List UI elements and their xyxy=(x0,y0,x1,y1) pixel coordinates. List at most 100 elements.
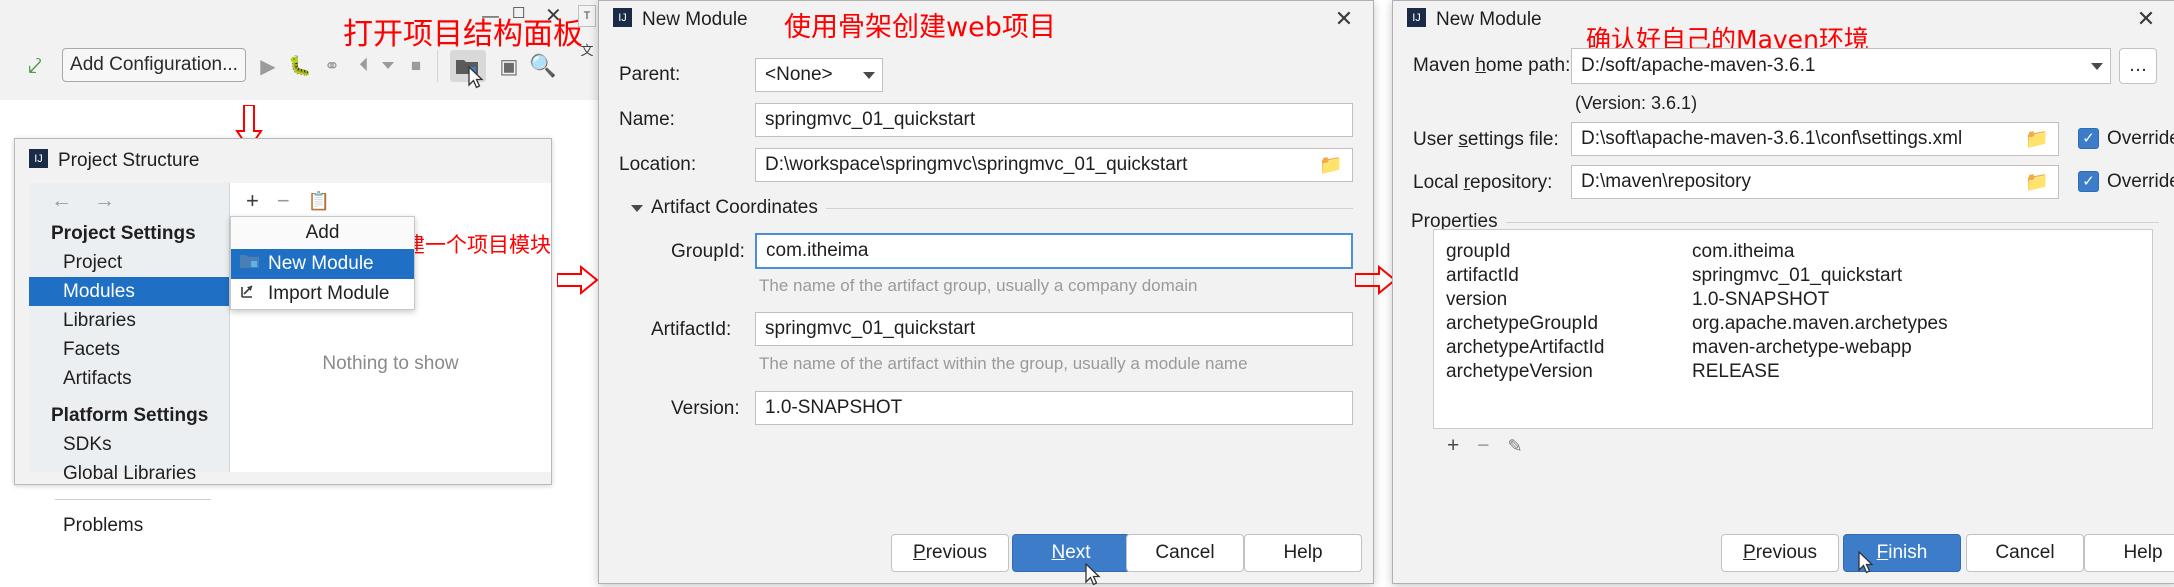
folder-icon[interactable]: 📁 xyxy=(2025,170,2049,194)
property-value: 1.0-SNAPSHOT xyxy=(1692,289,1830,310)
previous-button[interactable]: Previous xyxy=(891,534,1009,572)
user-settings-label-mnemonic: s xyxy=(1458,129,1468,150)
groupid-input[interactable]: com.itheima xyxy=(755,233,1353,269)
hammer-build-icon[interactable]: ⤦ xyxy=(22,52,48,82)
folder-icon[interactable]: 📁 xyxy=(2025,127,2049,151)
close-icon[interactable]: ✕ xyxy=(1333,9,1355,31)
local-repo-override-checkbox[interactable]: ✓ xyxy=(2078,171,2099,192)
edit-property-icon[interactable]: ✎ xyxy=(1508,436,1523,457)
svg-text:IJ: IJ xyxy=(1412,12,1421,24)
add-property-icon[interactable]: + xyxy=(1447,434,1459,458)
debug-icon[interactable]: 🐛 xyxy=(288,52,312,80)
user-settings-override-checkbox[interactable]: ✓ xyxy=(2078,128,2099,149)
location-input[interactable]: D:\workspace\springmvc\springmvc_01_quic… xyxy=(755,148,1353,182)
back-icon[interactable]: ← xyxy=(51,189,72,213)
profile-icon[interactable]: ⏴ xyxy=(352,52,376,80)
location-value: D:\workspace\springmvc\springmvc_01_quic… xyxy=(765,154,1188,175)
new-module-dialog: IJ New Module ✕ 使用骨架创建web项目 Parent: <Non… xyxy=(598,0,1374,584)
next-button-label: ext xyxy=(1065,542,1091,563)
properties-table[interactable]: groupId com.itheima artifactId springmvc… xyxy=(1433,229,2153,429)
sidebar-item-modules[interactable]: Modules xyxy=(29,277,229,306)
property-key: archetypeArtifactId xyxy=(1446,337,1605,358)
parent-select-value: <None> xyxy=(765,64,833,85)
annotation-toolbar-note: 打开项目结构面板 xyxy=(343,17,583,52)
add-configuration-button[interactable]: Add Configuration... xyxy=(62,48,246,82)
artifact-coordinates-label: Artifact Coordinates xyxy=(651,197,818,218)
modules-empty-text: Nothing to show xyxy=(322,353,459,374)
user-settings-file-input[interactable]: D:\soft\apache-maven-3.6.1\conf\settings… xyxy=(1571,122,2059,156)
user-settings-label: User settings file: xyxy=(1413,129,1559,151)
help-button[interactable]: Help xyxy=(1244,534,1362,572)
maven-settings-dialog: IJ New Module ✕ 确认好自己的Maven环境 Maven home… xyxy=(1392,0,2174,584)
side-tab-chinese[interactable]: 文 xyxy=(578,38,596,60)
sidebar-item-sdks[interactable]: SDKs xyxy=(29,430,229,459)
table-row[interactable]: artifactId springmvc_01_quickstart xyxy=(1434,264,2152,288)
sidebar-item-facets[interactable]: Facets xyxy=(29,335,229,364)
cancel-button[interactable]: Cancel xyxy=(1126,534,1244,572)
project-structure-sidebar: ← → Project Settings Project Modules Lib… xyxy=(29,183,230,536)
svg-text:IJ: IJ xyxy=(618,12,627,24)
property-key: groupId xyxy=(1446,241,1511,262)
mouse-cursor-next xyxy=(1085,563,1102,587)
remove-property-icon[interactable]: − xyxy=(1477,434,1489,458)
properties-toolbar: + − ✎ xyxy=(1433,429,2167,463)
remove-icon[interactable]: − xyxy=(277,188,290,214)
search-everywhere-icon[interactable]: 🔍 xyxy=(529,52,556,80)
maven-home-path-combo[interactable]: D:/soft/apache-maven-3.6.1 xyxy=(1571,48,2111,84)
maven-home-label-pre: Maven xyxy=(1413,55,1476,76)
copy-icon[interactable]: 📋 xyxy=(308,191,330,212)
name-input[interactable]: springmvc_01_quickstart xyxy=(755,103,1353,137)
folder-icon[interactable]: 📁 xyxy=(1319,153,1343,177)
add-module-menu: Add New Module Import Module xyxy=(230,216,415,310)
previous-button[interactable]: Previous xyxy=(1721,534,1839,572)
intellij-logo-icon: IJ xyxy=(29,148,48,174)
maven-home-label-mnemonic: h xyxy=(1475,55,1486,76)
sidebar-item-global-libraries[interactable]: Global Libraries xyxy=(29,459,229,488)
forward-icon[interactable]: → xyxy=(94,189,115,213)
parent-select[interactable]: <None> xyxy=(755,58,883,92)
run-coverage-icon[interactable]: ⚭ xyxy=(320,52,344,80)
local-repository-input[interactable]: D:\maven\repository 📁 xyxy=(1571,165,2059,199)
table-row[interactable]: groupId com.itheima xyxy=(1434,240,2152,264)
stop-icon[interactable]: ■ xyxy=(404,52,428,80)
table-row[interactable]: archetypeGroupId org.apache.maven.archet… xyxy=(1434,312,2152,336)
user-settings-label-pre: User xyxy=(1413,129,1459,150)
version-input[interactable]: 1.0-SNAPSHOT xyxy=(755,391,1353,425)
maven-home-label: Maven home path: xyxy=(1413,55,1570,77)
sidebar-header-project-settings: Project Settings xyxy=(51,222,196,244)
add-icon[interactable]: + xyxy=(246,188,259,214)
sidebar-header-platform-settings: Platform Settings xyxy=(51,404,209,426)
sidebar-item-project[interactable]: Project xyxy=(29,248,229,277)
terminal-icon[interactable]: ▣ xyxy=(496,52,522,80)
close-icon[interactable]: ✕ xyxy=(2135,9,2157,31)
side-tab-structure[interactable]: T xyxy=(578,5,596,27)
cancel-button[interactable]: Cancel xyxy=(1966,534,2084,572)
property-value: com.itheima xyxy=(1692,241,1795,262)
sidebar-item-artifacts[interactable]: Artifacts xyxy=(29,364,229,393)
table-row[interactable]: archetypeArtifactId maven-archetype-weba… xyxy=(1434,336,2152,360)
local-repo-label-pre: Local xyxy=(1413,172,1464,193)
group-divider xyxy=(1505,221,2159,223)
artifact-coordinates-group[interactable]: Artifact Coordinates xyxy=(631,197,1353,219)
browse-maven-home-button[interactable]: … xyxy=(2119,48,2157,84)
project-structure-titlebar: IJ Project Structure xyxy=(15,139,551,183)
table-row[interactable]: version 1.0-SNAPSHOT xyxy=(1434,288,2152,312)
property-key: archetypeGroupId xyxy=(1446,313,1599,334)
menu-item-import-module[interactable]: Import Module xyxy=(231,279,414,309)
chevron-down-icon[interactable] xyxy=(382,62,394,69)
run-icon[interactable]: ▶ xyxy=(256,52,280,80)
table-row[interactable]: archetypeVersion RELEASE xyxy=(1434,360,2152,384)
menu-item-new-module[interactable]: New Module xyxy=(231,249,414,279)
chevron-down-icon[interactable] xyxy=(2091,62,2103,70)
import-module-icon xyxy=(240,283,259,305)
help-button[interactable]: Help xyxy=(2084,534,2174,572)
sidebar-divider xyxy=(55,499,211,500)
next-button[interactable]: Next xyxy=(1012,534,1130,572)
local-repo-override-label: Override xyxy=(2107,171,2174,192)
artifactid-input[interactable]: springmvc_01_quickstart xyxy=(755,312,1353,346)
annotation-arrow-right-1 xyxy=(556,264,599,300)
sidebar-item-libraries[interactable]: Libraries xyxy=(29,306,229,335)
previous-button-label: revious xyxy=(925,542,987,563)
sidebar-item-problems[interactable]: Problems xyxy=(29,511,229,540)
project-structure-title: Project Structure xyxy=(58,150,200,171)
